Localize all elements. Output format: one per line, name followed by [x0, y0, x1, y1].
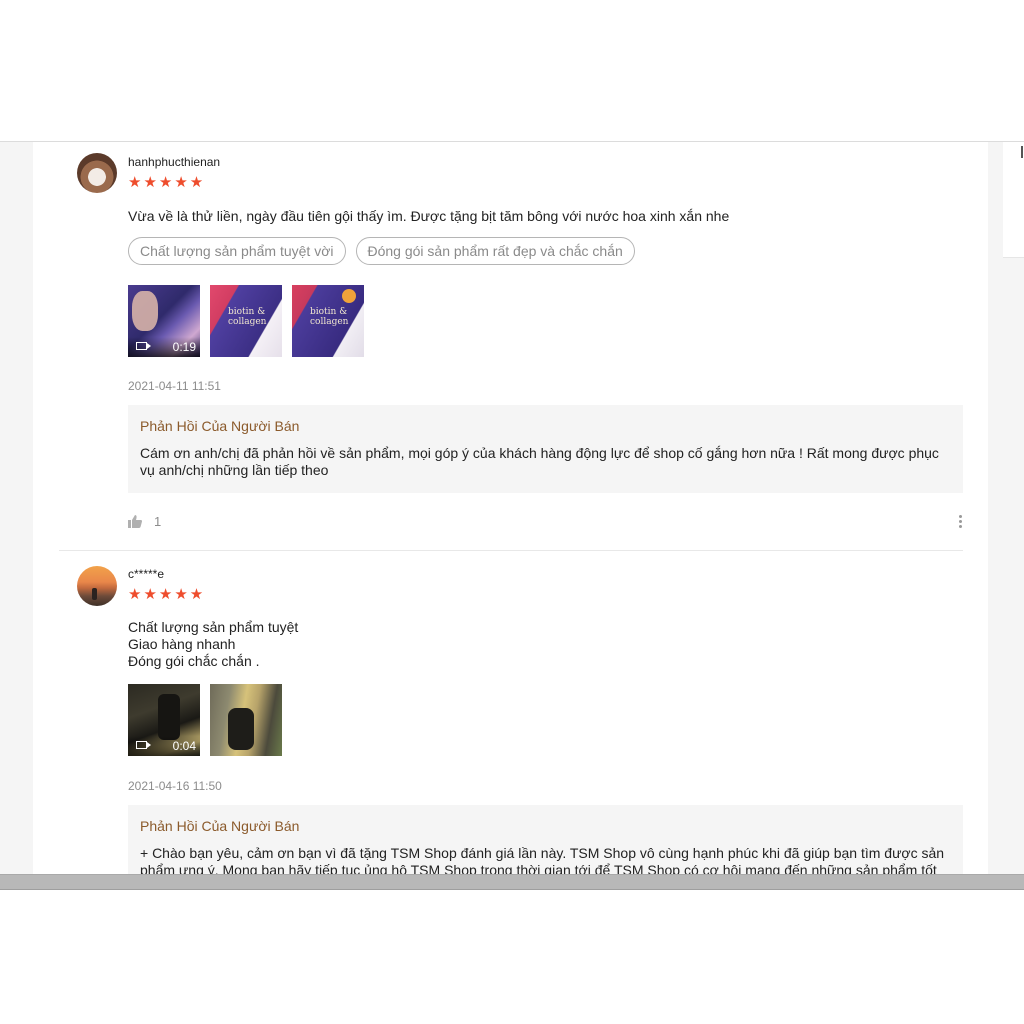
more-options-icon[interactable] [959, 515, 963, 530]
star-rating: ★★★★★ [128, 174, 206, 191]
avatar[interactable] [77, 566, 117, 606]
video-thumbnail[interactable]: 0:19 [128, 285, 200, 357]
photo-thumbnail[interactable] [210, 285, 282, 357]
review-tag: Đóng gói sản phẩm rất đẹp và chắc chắn [355, 237, 635, 265]
review-divider [59, 550, 963, 551]
like-count: 1 [154, 514, 162, 529]
video-thumbnail[interactable]: 0:04 [128, 684, 200, 756]
review-comment: Chất lượng sản phẩm tuyệt Giao hàng nhan… [128, 619, 299, 669]
seller-reply-body: + Chào bạn yêu, cảm ơn bạn vì đã tặng TS… [140, 845, 945, 876]
video-duration: 0:04 [172, 739, 196, 753]
username[interactable]: hanhphucthienan [128, 155, 220, 169]
video-duration: 0:19 [172, 340, 196, 354]
photo-thumbnail[interactable] [292, 285, 364, 357]
reviews-panel: hanhphucthienan ★★★★★ Vừa về là thử liền… [33, 142, 988, 876]
video-overlay: 0:19 [128, 337, 200, 357]
photo-thumbnail[interactable] [210, 684, 282, 756]
side-panel [1003, 142, 1024, 258]
seller-reply: Phản Hồi Của Người Bán + Chào bạn yêu, c… [128, 805, 963, 876]
review-media: 0:19 [128, 285, 364, 357]
thumbs-up-icon [128, 515, 142, 528]
seller-reply-body: Cám ơn anh/chị đã phản hồi về sản phẩm, … [140, 445, 939, 478]
review-timestamp: 2021-04-16 11:50 [128, 779, 222, 793]
video-overlay: 0:04 [128, 736, 200, 756]
star-rating: ★★★★★ [128, 586, 206, 603]
review-tag: Chất lượng sản phẩm tuyệt vời [128, 237, 346, 265]
review-timestamp: 2021-04-11 11:51 [128, 379, 221, 393]
video-camera-icon [136, 741, 151, 749]
review-tags: Chất lượng sản phẩm tuyệt vời Đóng gói s… [128, 237, 635, 265]
username[interactable]: c*****e [128, 567, 164, 581]
seller-reply: Phản Hồi Của Người Bán Cám ơn anh/chị đã… [128, 405, 963, 493]
review-viewport: hanhphucthienan ★★★★★ Vừa về là thử liền… [0, 141, 1024, 876]
review-comment: Vừa về là thử liền, ngày đầu tiên gội th… [128, 208, 730, 224]
review-media: 0:04 [128, 684, 282, 756]
side-panel-edge [1021, 146, 1023, 158]
horizontal-scrollbar[interactable] [0, 874, 1024, 890]
like-button[interactable]: 1 [128, 514, 161, 529]
seller-reply-title: Phản Hồi Của Người Bán [140, 418, 300, 434]
avatar[interactable] [77, 153, 117, 193]
seller-reply-title: Phản Hồi Của Người Bán [140, 818, 300, 834]
video-camera-icon [136, 342, 151, 350]
